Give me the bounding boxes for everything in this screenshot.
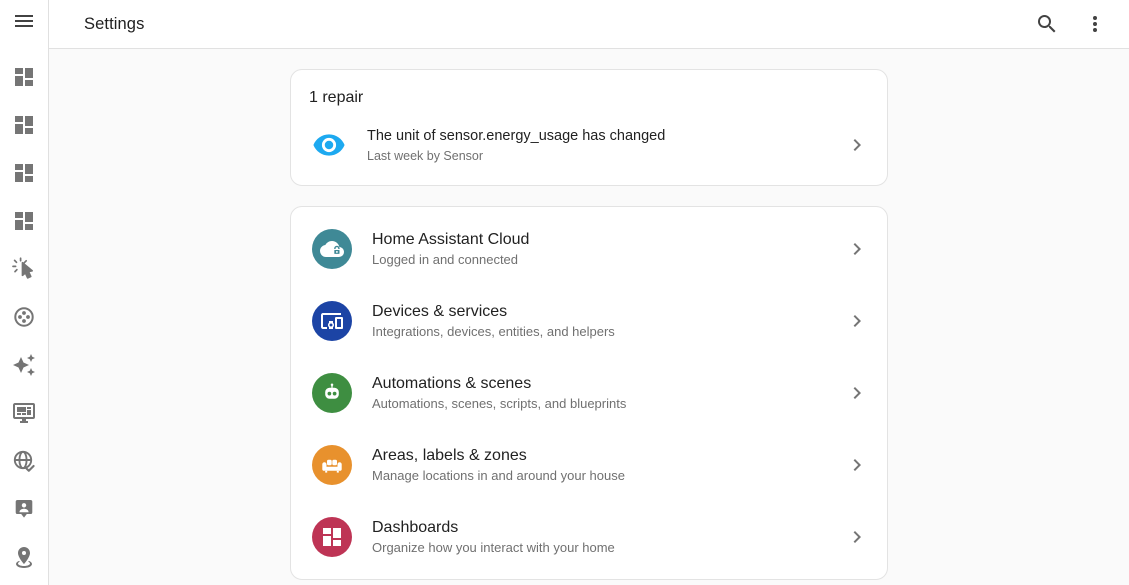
robot-icon <box>312 373 352 413</box>
sidebar-item-map-marker[interactable] <box>12 545 36 569</box>
dashboard-icon <box>12 161 36 185</box>
dashboard-icon <box>12 209 36 233</box>
settings-item-text: Home Assistant Cloud Logged in and conne… <box>372 230 529 268</box>
settings-item-subtitle: Automations, scenes, scripts, and bluepr… <box>372 396 626 411</box>
repair-item-text: The unit of sensor.energy_usage has chan… <box>367 127 665 163</box>
settings-item-subtitle: Manage locations in and around your hous… <box>372 468 625 483</box>
settings-item-title: Dashboards <box>372 518 615 539</box>
settings-item-title: Areas, labels & zones <box>372 446 625 467</box>
badge-account-icon <box>12 497 36 521</box>
settings-item-title: Devices & services <box>372 302 615 323</box>
search-button[interactable] <box>1035 12 1059 36</box>
web-check-icon <box>12 449 36 473</box>
sofa-icon <box>312 445 352 485</box>
chevron-right-icon <box>845 525 869 549</box>
chevron-right-icon <box>845 237 869 261</box>
devices-icon <box>312 301 352 341</box>
film-reel-icon <box>12 305 36 329</box>
dashboard-icon <box>12 65 36 89</box>
sidebar-nav <box>12 65 36 569</box>
page-title: Settings <box>84 15 144 34</box>
settings-item-title: Home Assistant Cloud <box>372 230 529 251</box>
repair-item-title: The unit of sensor.energy_usage has chan… <box>367 127 665 147</box>
sidebar-item-cursor-click[interactable] <box>12 257 36 281</box>
repairs-card: 1 repair The unit of sensor.energy_usage… <box>290 69 888 186</box>
search-icon <box>1035 12 1059 36</box>
settings-menu-card: Home Assistant Cloud Logged in and conne… <box>290 206 888 580</box>
app-bar: Settings <box>49 0 1129 49</box>
dashboard-icon <box>12 113 36 137</box>
sidebar <box>0 0 49 585</box>
settings-item-text: Devices & services Integrations, devices… <box>372 302 615 340</box>
sidebar-item-film-reel[interactable] <box>12 305 36 329</box>
monitor-dashboard-icon <box>12 401 36 425</box>
settings-item-automations-scenes[interactable]: Automations & scenes Automations, scenes… <box>291 357 887 429</box>
sidebar-item-badge-account[interactable] <box>12 497 36 521</box>
cloud-lock-icon <box>312 229 352 269</box>
repair-item-row[interactable]: The unit of sensor.energy_usage has chan… <box>291 117 887 185</box>
kebab-menu-icon <box>1083 12 1107 36</box>
settings-item-subtitle: Logged in and connected <box>372 252 529 267</box>
home-assistant-settings-app: Settings 1 repair The unit of sensor.ene… <box>0 0 1129 585</box>
chevron-right-icon <box>845 453 869 477</box>
sidebar-item-dashboard-2[interactable] <box>12 113 36 137</box>
repairs-heading: 1 repair <box>291 70 887 117</box>
sidebar-item-dashboard-1[interactable] <box>12 65 36 89</box>
menu-button[interactable] <box>12 9 36 33</box>
dashboard-grid-icon <box>312 517 352 557</box>
settings-item-subtitle: Integrations, devices, entities, and hel… <box>372 324 615 339</box>
map-marker-icon <box>12 545 36 569</box>
overflow-menu-button[interactable] <box>1083 12 1107 36</box>
settings-item-title: Automations & scenes <box>372 374 626 395</box>
eye-icon <box>312 128 346 162</box>
sparkles-icon <box>12 353 36 377</box>
hamburger-menu-icon <box>12 9 36 33</box>
chevron-right-icon <box>845 381 869 405</box>
cursor-click-icon <box>12 257 36 281</box>
sidebar-item-dashboard-3[interactable] <box>12 161 36 185</box>
settings-content: 1 repair The unit of sensor.energy_usage… <box>49 49 1129 585</box>
settings-item-text: Areas, labels & zones Manage locations i… <box>372 446 625 484</box>
settings-item-home-assistant-cloud[interactable]: Home Assistant Cloud Logged in and conne… <box>291 213 887 285</box>
settings-item-dashboards[interactable]: Dashboards Organize how you interact wit… <box>291 501 887 573</box>
settings-item-areas-labels-zones[interactable]: Areas, labels & zones Manage locations i… <box>291 429 887 501</box>
settings-item-subtitle: Organize how you interact with your home <box>372 540 615 555</box>
chevron-right-icon <box>845 133 869 157</box>
chevron-right-icon <box>845 309 869 333</box>
sidebar-item-monitor[interactable] <box>12 401 36 425</box>
sidebar-item-sparkles[interactable] <box>12 353 36 377</box>
settings-item-devices-services[interactable]: Devices & services Integrations, devices… <box>291 285 887 357</box>
settings-item-text: Automations & scenes Automations, scenes… <box>372 374 626 412</box>
repair-item-subtitle: Last week by Sensor <box>367 149 665 163</box>
sidebar-item-web-check[interactable] <box>12 449 36 473</box>
sidebar-item-dashboard-4[interactable] <box>12 209 36 233</box>
settings-item-text: Dashboards Organize how you interact wit… <box>372 518 615 556</box>
app-bar-actions <box>1035 12 1129 36</box>
